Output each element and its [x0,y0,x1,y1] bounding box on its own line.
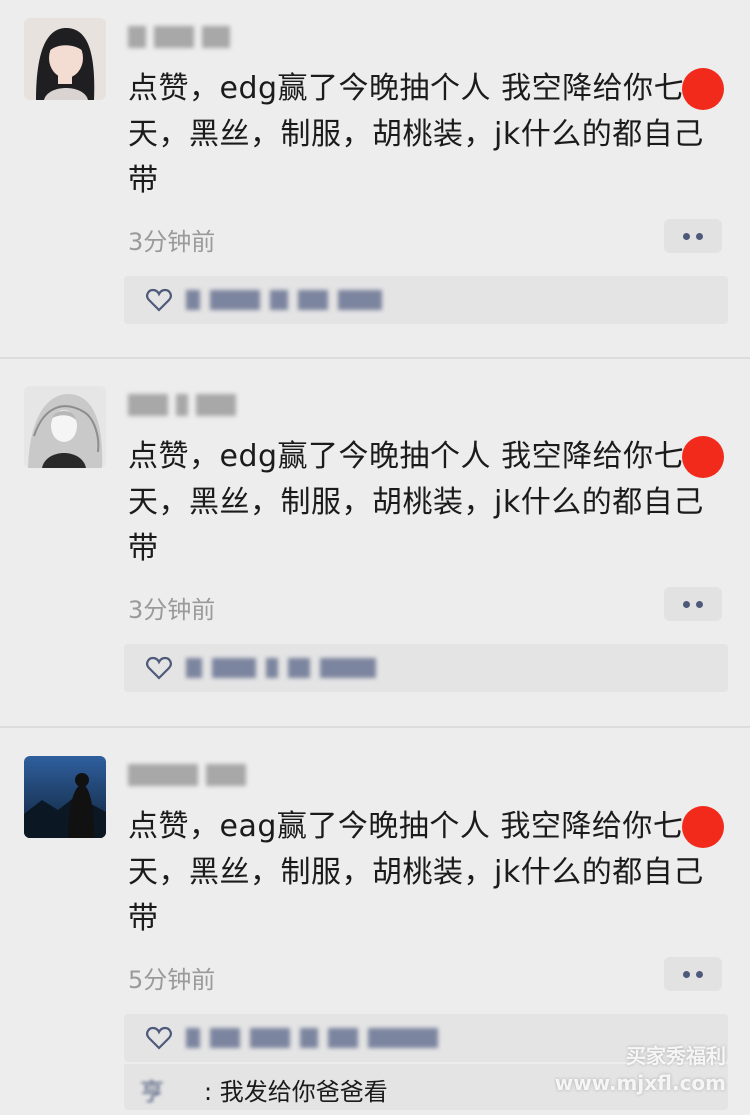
username-blurred[interactable] [128,390,236,420]
watermark-title: 买家秀福利 [626,1044,726,1068]
liker-names-blurred[interactable] [186,1026,438,1050]
more-options-button[interactable] [664,219,722,253]
post-time: 3分钟前 [128,228,216,256]
heart-icon [146,1026,172,1050]
moment-post: 点赞，edg赢了今晚抽个人 我空降给你七天，黑丝，制服，胡桃装，jk什么的都自己… [0,368,750,736]
avatar-image [24,18,106,100]
red-dot-marker [682,436,724,478]
avatar[interactable] [24,386,106,468]
post-content: 点赞，edg赢了今晚抽个人 我空降给你七天，黑丝，制服，胡桃装，jk什么的都自己… [128,71,704,198]
more-options-button[interactable] [664,587,722,621]
comment-username[interactable]: 亨 [140,1072,164,1107]
heart-icon [146,656,172,680]
post-time: 3分钟前 [128,596,216,624]
post-time: 5分钟前 [128,966,216,994]
avatar-image [24,386,106,468]
liker-names-blurred[interactable] [186,656,376,680]
avatar[interactable] [24,18,106,100]
avatar-image [24,756,106,838]
avatar[interactable] [24,756,106,838]
likes-bar [124,276,728,324]
watermark-url: www.mjxfl.com [554,1071,726,1095]
red-dot-marker [682,68,724,110]
more-options-button[interactable] [664,957,722,991]
username-blurred[interactable] [128,760,246,790]
divider [0,726,750,728]
moment-post: 点赞，edg赢了今晚抽个人 我空降给你七天，黑丝，制服，胡桃装，jk什么的都自己… [0,0,750,368]
post-content: 点赞，eag赢了今晚抽个人 我空降给你七天，黑丝，制服，胡桃装，jk什么的都自己… [128,809,704,936]
divider [0,357,750,359]
red-dot-marker [682,806,724,848]
likes-bar [124,644,728,692]
heart-icon [146,288,172,312]
watermark: 买家秀福利 www.mjxfl.com [555,1040,726,1095]
username-blurred[interactable] [128,22,230,52]
post-content: 点赞，edg赢了今晚抽个人 我空降给你七天，黑丝，制服，胡桃装，jk什么的都自己… [128,439,704,566]
liker-names-blurred[interactable] [186,288,382,312]
comment-text[interactable]: : 我发给你爸爸看 [204,1072,388,1107]
